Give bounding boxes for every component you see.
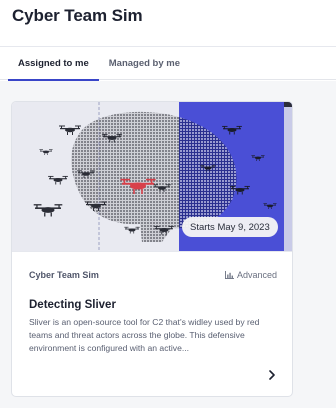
start-date-badge: Starts May 9, 2023 [182,217,278,237]
bar-chart-icon [224,271,234,279]
course-category: Cyber Team Sim [29,270,99,280]
card-divider [12,251,292,252]
page-header: Cyber Team Sim [0,0,336,46]
course-image: Starts May 9, 2023 [12,102,292,251]
course-title: Detecting Sliver [29,299,116,311]
course-card[interactable]: Starts May 9, 2023 Cyber Team Sim Advanc… [11,101,293,397]
card-meta: Cyber Team Sim Advanced [29,270,277,280]
tab-bar: Assigned to me Managed by me [0,46,336,81]
content-area: Starts May 9, 2023 Cyber Team Sim Advanc… [0,81,336,408]
course-description: Sliver is an open-source tool for C2 tha… [29,317,260,353]
tab-assigned-to-me[interactable]: Assigned to me [8,47,99,81]
page: Cyber Team Sim Assigned to me Managed by… [0,0,336,408]
page-title: Cyber Team Sim [12,6,143,25]
tab-managed-by-me[interactable]: Managed by me [99,47,190,80]
difficulty-level-label: Advanced [236,270,277,280]
chevron-right-icon[interactable] [265,368,279,382]
difficulty-level: Advanced [224,270,277,280]
